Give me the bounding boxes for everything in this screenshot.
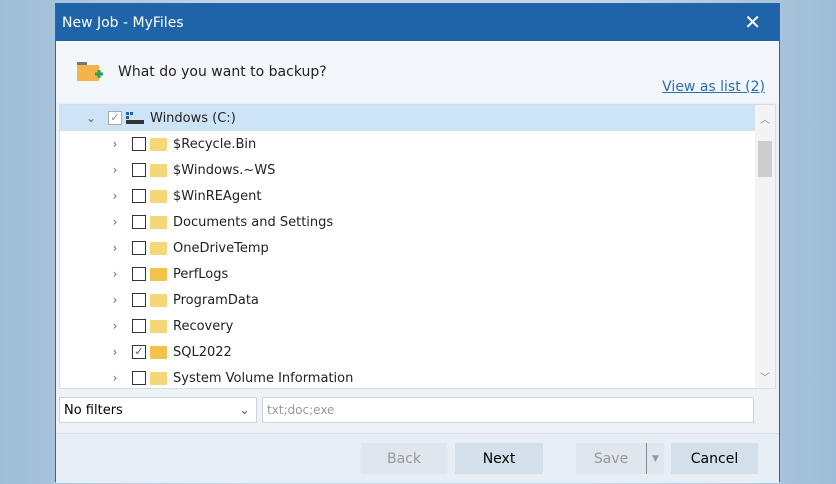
folder-icon xyxy=(150,293,167,307)
chevron-right-icon[interactable]: › xyxy=(108,345,122,359)
new-job-dialog: New Job - MyFiles ✕ What do you want to … xyxy=(55,3,780,483)
chevron-right-icon[interactable]: › xyxy=(108,241,122,255)
scroll-up-icon[interactable]: ︿ xyxy=(755,111,775,126)
chevron-down-icon[interactable]: ⌄ xyxy=(84,111,98,125)
next-button[interactable]: Next xyxy=(455,443,543,474)
tree-label: OneDriveTemp xyxy=(173,240,269,256)
folder-icon xyxy=(150,371,167,385)
chevron-right-icon[interactable]: › xyxy=(108,319,122,333)
back-button[interactable]: Back xyxy=(361,443,447,474)
tree-label: $WinREAgent xyxy=(173,188,262,204)
tree-label: PerfLogs xyxy=(173,266,229,282)
tree-item[interactable]: › OneDriveTemp xyxy=(60,235,775,261)
checkbox[interactable]: ✓ xyxy=(108,111,122,125)
filter-value: No filters xyxy=(64,402,123,418)
folder-icon xyxy=(150,319,167,333)
page-question: What do you want to backup? xyxy=(118,64,327,80)
folder-icon xyxy=(150,215,167,229)
chevron-right-icon[interactable]: › xyxy=(108,189,122,203)
tree-label: Recovery xyxy=(173,318,234,334)
folder-icon xyxy=(150,267,167,281)
checkbox[interactable] xyxy=(132,137,146,151)
checkbox[interactable] xyxy=(132,241,146,255)
chevron-right-icon[interactable]: › xyxy=(108,293,122,307)
chevron-right-icon[interactable]: › xyxy=(108,137,122,151)
chevron-right-icon[interactable]: › xyxy=(108,215,122,229)
tree-item[interactable]: › ProgramData xyxy=(60,287,775,313)
tree-item[interactable]: › System Volume Information xyxy=(60,365,775,388)
tree-item[interactable]: › Recovery xyxy=(60,313,775,339)
view-as-list-link[interactable]: View as list (2) xyxy=(662,79,765,95)
tree-root[interactable]: ⌄ ✓ Windows (C:) xyxy=(60,105,775,131)
tree-label: $Windows.~WS xyxy=(173,162,276,178)
checkbox[interactable] xyxy=(132,215,146,229)
tree-label: ProgramData xyxy=(173,292,259,308)
save-dropdown-icon[interactable]: ▼ xyxy=(646,443,664,474)
tree-label: Windows (C:) xyxy=(150,110,236,126)
footer: Back Next Save ▼ Cancel xyxy=(56,433,779,483)
save-button[interactable]: Save xyxy=(576,443,646,474)
tree-label: Documents and Settings xyxy=(173,214,334,230)
chevron-down-icon: ⌄ xyxy=(239,402,250,418)
drive-icon xyxy=(126,112,144,124)
tree-item[interactable]: › $Recycle.Bin xyxy=(60,131,775,157)
chevron-right-icon[interactable]: › xyxy=(108,267,122,281)
tree-label: SQL2022 xyxy=(173,344,232,360)
tree-item[interactable]: › $WinREAgent xyxy=(60,183,775,209)
tree-item[interactable]: › ✓ SQL2022 xyxy=(60,339,775,365)
checkbox[interactable] xyxy=(132,267,146,281)
folder-icon xyxy=(150,137,167,151)
tree-item[interactable]: › Documents and Settings xyxy=(60,209,775,235)
folder-tree: ⌄ ✓ Windows (C:) › $Recycle.Bin › $Windows.… xyxy=(59,104,776,389)
folder-icon xyxy=(150,345,167,359)
chevron-right-icon[interactable]: › xyxy=(108,163,122,177)
title-bar: New Job - MyFiles ✕ xyxy=(56,4,779,41)
window-title: New Job - MyFiles xyxy=(62,14,184,31)
tree-item[interactable]: › $Windows.~WS xyxy=(60,157,775,183)
folder-icon xyxy=(150,163,167,177)
close-icon[interactable]: ✕ xyxy=(744,10,761,34)
cancel-button[interactable]: Cancel xyxy=(671,443,758,474)
header: What do you want to backup? View as list… xyxy=(56,41,779,103)
folder-icon xyxy=(150,189,167,203)
checkbox[interactable] xyxy=(132,293,146,307)
vertical-scrollbar[interactable]: ︿ ﹀ xyxy=(755,105,775,388)
tree-label: System Volume Information xyxy=(173,370,354,386)
scrollbar-thumb[interactable] xyxy=(758,141,772,177)
extensions-input[interactable]: txt;doc;exe xyxy=(262,397,754,423)
checkbox[interactable] xyxy=(132,163,146,177)
extensions-placeholder: txt;doc;exe xyxy=(267,403,335,417)
tree-label: $Recycle.Bin xyxy=(173,136,257,152)
chevron-right-icon[interactable]: › xyxy=(108,371,122,385)
tree-item[interactable]: › PerfLogs xyxy=(60,261,775,287)
checkbox[interactable] xyxy=(132,371,146,385)
folder-icon xyxy=(150,241,167,255)
checkbox[interactable] xyxy=(132,189,146,203)
checkbox[interactable]: ✓ xyxy=(132,345,146,359)
scroll-down-icon[interactable]: ﹀ xyxy=(755,369,775,384)
filter-select[interactable]: No filters ⌄ xyxy=(59,397,257,423)
add-folder-icon xyxy=(77,62,103,81)
checkbox[interactable] xyxy=(132,319,146,333)
